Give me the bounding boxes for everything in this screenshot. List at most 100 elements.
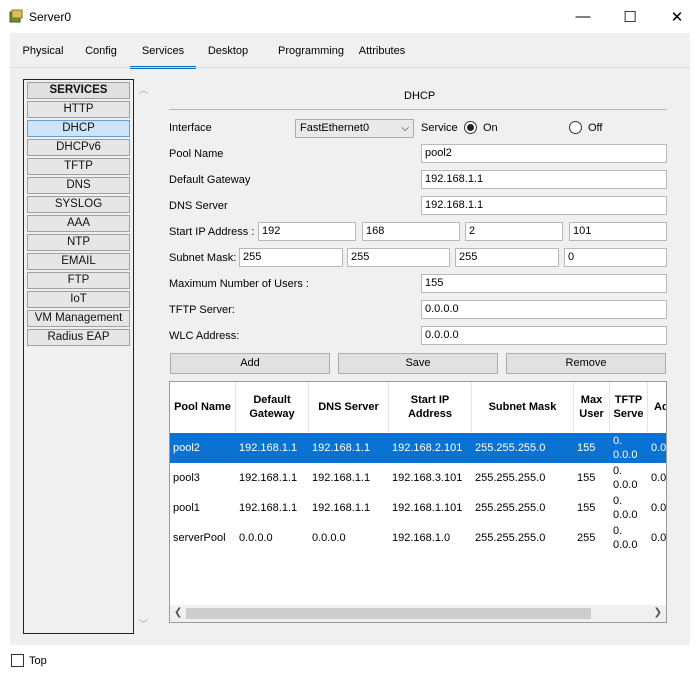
section-divider: [169, 109, 667, 110]
table-horizontal-scrollbar[interactable]: ❮ ❯: [170, 605, 666, 622]
start-ip-octet-4[interactable]: 101: [569, 222, 667, 241]
cell-address: 0.0: [651, 532, 667, 544]
column-header-default-gateway[interactable]: Default Gateway: [236, 382, 309, 432]
subnet-mask-octet-2[interactable]: 255: [347, 248, 450, 267]
top-checkbox[interactable]: [11, 654, 24, 667]
table-row[interactable]: pool2 192.168.1.1 192.168.1.1 192.168.2.…: [170, 433, 666, 463]
service-item-vm-management[interactable]: VM Management: [27, 310, 130, 327]
pool-table: Pool Name Default Gateway DNS Server Sta…: [169, 381, 667, 623]
column-header-subnet-mask[interactable]: Subnet Mask: [472, 382, 574, 432]
tab-programming[interactable]: Programming: [265, 45, 357, 65]
table-row[interactable]: pool1 192.168.1.1 192.168.1.1 192.168.1.…: [170, 493, 667, 523]
subnet-mask-octet-4[interactable]: 0: [564, 248, 667, 267]
column-header-dns-server[interactable]: DNS Server: [309, 382, 389, 432]
cell-start-ip: 192.168.2.101: [392, 442, 463, 454]
wlc-address-field[interactable]: 0.0.0.0: [421, 326, 667, 345]
service-item-email[interactable]: EMAIL: [27, 253, 130, 270]
default-gateway-field[interactable]: 192.168.1.1: [421, 170, 667, 189]
max-users-label: Maximum Number of Users :: [169, 278, 309, 290]
maximize-icon: ☐: [623, 8, 637, 26]
pool-name-label: Pool Name: [169, 148, 224, 160]
table-row[interactable]: pool3 192.168.1.1 192.168.1.1 192.168.3.…: [170, 463, 666, 493]
scroll-right-icon[interactable]: ❯: [654, 607, 662, 618]
cell-subnet-mask: 255.255.255.0: [475, 532, 546, 544]
column-header-max-user[interactable]: Max User: [574, 382, 610, 432]
cell-dns-server: 192.168.1.1: [312, 502, 371, 514]
service-item-dns[interactable]: DNS: [27, 177, 130, 194]
start-ip-octet-3[interactable]: 2: [465, 222, 563, 241]
cell-start-ip: 192.168.1.0: [392, 532, 451, 544]
tftp-server-field[interactable]: 0.0.0.0: [421, 300, 667, 319]
service-item-iot[interactable]: IoT: [27, 291, 130, 308]
minimize-icon: —: [575, 8, 591, 25]
minimize-button[interactable]: —: [560, 0, 606, 33]
service-off-radio[interactable]: [569, 121, 582, 134]
cell-address: 0.0: [651, 502, 667, 514]
cell-max-user: 255: [577, 532, 596, 544]
add-button[interactable]: Add: [170, 353, 330, 374]
pool-name-field[interactable]: pool2: [421, 144, 667, 163]
dns-server-field[interactable]: 192.168.1.1: [421, 196, 667, 215]
scroll-down-icon[interactable]: ﹀: [139, 617, 148, 630]
cell-default-gateway: 192.168.1.1: [239, 502, 298, 514]
close-button[interactable]: ✕: [654, 0, 700, 33]
remove-button[interactable]: Remove: [506, 353, 666, 374]
column-header-tftp-server[interactable]: TFTP Serve: [610, 382, 648, 432]
cell-dns-server: 0.0.0.0: [312, 532, 346, 544]
scrollbar-thumb[interactable]: [186, 608, 591, 619]
table-row[interactable]: serverPool 0.0.0.0 0.0.0.0 192.168.1.0 2…: [170, 523, 667, 553]
tab-desktop[interactable]: Desktop: [202, 45, 254, 65]
service-item-http[interactable]: HTTP: [27, 101, 130, 118]
service-item-aaa[interactable]: AAA: [27, 215, 130, 232]
tab-physical[interactable]: Physical: [16, 45, 70, 65]
start-ip-octet-1[interactable]: 192: [258, 222, 356, 241]
service-item-dhcp[interactable]: DHCP: [27, 120, 130, 137]
tab-config[interactable]: Config: [80, 45, 122, 65]
service-item-dhcpv6[interactable]: DHCPv6: [27, 139, 130, 156]
window-title: Server0: [29, 10, 72, 24]
default-gateway-label: Default Gateway: [169, 174, 251, 186]
subnet-mask-octet-1[interactable]: 255: [239, 248, 343, 267]
cell-tftp-server: 0. 0.0.0: [613, 495, 638, 521]
cell-subnet-mask: 255.255.255.0: [475, 442, 546, 454]
service-item-syslog[interactable]: SYSLOG: [27, 196, 130, 213]
cell-dns-server: 192.168.1.1: [312, 472, 371, 484]
cell-default-gateway: 192.168.1.1: [239, 472, 298, 484]
chevron-down-icon: ⌵: [401, 123, 409, 134]
scroll-left-icon[interactable]: ❮: [174, 607, 182, 618]
column-header-start-ip[interactable]: Start IP Address: [389, 382, 472, 432]
start-ip-label: Start IP Address :: [169, 226, 255, 238]
column-header-address[interactable]: Ad: [648, 382, 666, 432]
cell-pool-name: pool2: [173, 442, 200, 454]
service-item-radius-eap[interactable]: Radius EAP: [27, 329, 130, 346]
max-users-field[interactable]: 155: [421, 274, 667, 293]
subnet-mask-octet-3[interactable]: 255: [455, 248, 559, 267]
tab-services[interactable]: Services: [130, 45, 196, 69]
scroll-up-icon[interactable]: ︿: [139, 83, 148, 96]
cell-pool-name: pool3: [173, 472, 200, 484]
service-on-radio[interactable]: [464, 121, 477, 134]
dns-server-label: DNS Server: [169, 200, 228, 212]
cell-default-gateway: 0.0.0.0: [239, 532, 273, 544]
subnet-mask-label: Subnet Mask:: [169, 252, 237, 264]
service-item-ntp[interactable]: NTP: [27, 234, 130, 251]
column-header-pool-name[interactable]: Pool Name: [170, 382, 236, 432]
tab-attributes[interactable]: Attributes: [352, 45, 412, 65]
services-list: SERVICES HTTP DHCP DHCPv6 TFTP DNS SYSLO…: [23, 79, 134, 634]
cell-max-user: 155: [577, 502, 596, 514]
maximize-button[interactable]: ☐: [607, 0, 653, 33]
services-scrollbar[interactable]: ︿ ﹀: [135, 79, 152, 634]
tab-divider: [10, 67, 690, 68]
service-item-ftp[interactable]: FTP: [27, 272, 130, 289]
cell-max-user: 155: [577, 472, 596, 484]
start-ip-octet-2[interactable]: 168: [362, 222, 460, 241]
cell-start-ip: 192.168.3.101: [392, 472, 463, 484]
service-item-tftp[interactable]: TFTP: [27, 158, 130, 175]
tab-bar: Physical Config Services Desktop Program…: [10, 33, 690, 69]
tftp-server-label: TFTP Server:: [169, 304, 235, 316]
server-app-icon: [9, 9, 23, 23]
interface-select[interactable]: FastEthernet0 ⌵: [295, 119, 414, 138]
wlc-address-label: WLC Address:: [169, 330, 240, 342]
save-button[interactable]: Save: [338, 353, 498, 374]
cell-dns-server: 192.168.1.1: [312, 442, 371, 454]
